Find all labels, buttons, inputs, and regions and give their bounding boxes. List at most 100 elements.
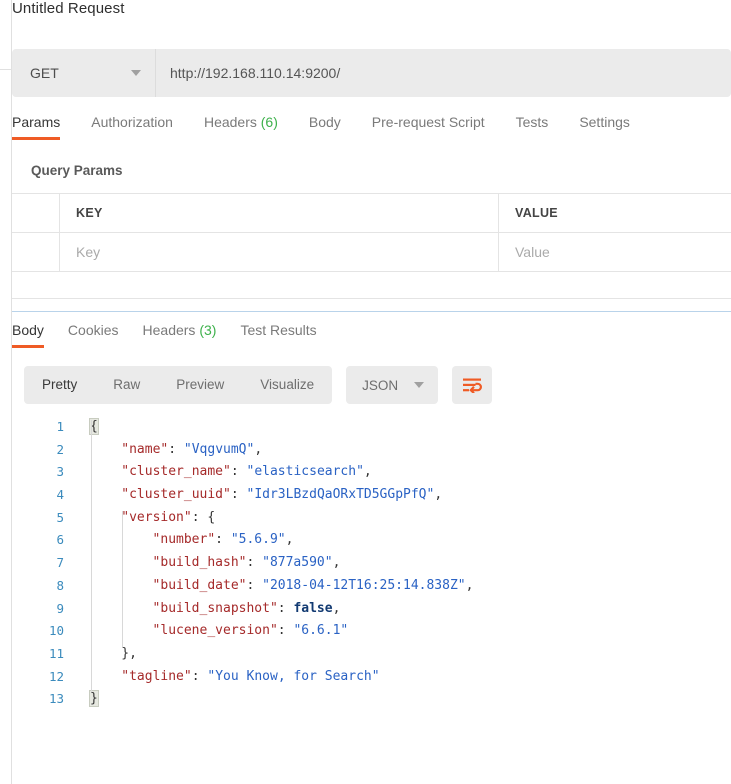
code-text: "name": "VqgvumQ",	[121, 439, 262, 462]
code-line: 13}	[12, 688, 731, 711]
line-number: 4	[56, 487, 64, 503]
param-key-input[interactable]: Key	[60, 233, 499, 271]
tab-label: Tests	[515, 114, 549, 130]
format-select[interactable]: JSON	[346, 366, 439, 404]
code-text: },	[121, 643, 137, 666]
tab-pre-request-script[interactable]: Pre-request Script	[372, 114, 485, 140]
tab-settings[interactable]: Settings	[579, 114, 630, 140]
code-token: :	[246, 577, 263, 593]
tab-label: Body	[12, 322, 44, 338]
code-token: "Idr3LBzdQaORxTD5GGpPfQ"	[246, 487, 435, 503]
code-line: 3 "cluster_name": "elasticsearch",	[12, 461, 731, 484]
row-checkbox-cell[interactable]	[12, 233, 60, 271]
tab-count: (3)	[195, 322, 217, 338]
view-mode-visualize[interactable]: Visualize	[242, 366, 332, 404]
code-token: ,	[434, 487, 443, 503]
code-token: },	[121, 645, 137, 661]
code-token: :	[230, 487, 247, 503]
view-mode-raw[interactable]: Raw	[95, 366, 158, 404]
view-mode-preview[interactable]: Preview	[158, 366, 242, 404]
code-line: 8 "build_date": "2018-04-12T16:25:14.838Z…	[12, 575, 731, 598]
response-body-viewer[interactable]: 1{2 "name": "VqgvumQ", 3 "cluster_name": "e…	[12, 416, 731, 784]
code-token: false	[293, 600, 333, 616]
table-row[interactable]: Key Value	[12, 233, 731, 272]
code-token: :	[277, 623, 294, 639]
line-number: 3	[56, 464, 64, 480]
code-token: "build_hash"	[152, 555, 247, 571]
request-response-divider[interactable]	[12, 311, 731, 312]
table-header-row: KEY VALUE	[12, 194, 731, 233]
param-value-input[interactable]: Value	[499, 233, 731, 271]
line-number: 2	[56, 441, 64, 457]
tab-headers[interactable]: Headers (6)	[204, 114, 278, 140]
url-input[interactable]: http://192.168.110.14:9200/	[156, 49, 731, 97]
code-token: :	[277, 600, 294, 616]
code-token: ,	[285, 532, 294, 548]
method-label: GET	[30, 65, 59, 81]
tab-authorization[interactable]: Authorization	[91, 114, 173, 140]
code-token: }	[89, 690, 99, 708]
code-text: "cluster_uuid": "Idr3LBzdQaORxTD5GGpPfQ"…	[121, 484, 442, 507]
tab-label: Body	[308, 114, 341, 130]
tab-label: Test Results	[240, 322, 317, 338]
code-token: "6.6.1"	[293, 623, 349, 639]
column-header-value: VALUE	[515, 206, 558, 220]
code-token: "name"	[121, 441, 169, 457]
line-number: 1	[56, 419, 64, 434]
response-toolbar: Pretty Raw Preview Visualize JSON	[24, 366, 493, 404]
tab-label: Authorization	[91, 114, 173, 130]
code-token: "5.6.9"	[230, 532, 286, 548]
line-number: 5	[56, 509, 64, 525]
response-tab-cookies[interactable]: Cookies	[68, 322, 119, 348]
code-token: ,	[363, 464, 372, 480]
code-text: "build_date": "2018-04-12T16:25:14.838Z"…	[153, 575, 474, 598]
code-token: :	[215, 532, 231, 548]
code-token: "tagline"	[121, 668, 192, 684]
left-panel-edge-tick	[0, 69, 11, 70]
tab-label: Settings	[579, 114, 630, 130]
code-token: "877a590"	[262, 555, 333, 571]
response-tab-body[interactable]: Body	[12, 322, 44, 348]
tab-params[interactable]: Params	[12, 114, 61, 140]
code-line: 9 "build_snapshot": false,	[12, 598, 731, 621]
request-tab-bar: Params Authorization Headers (6) Body Pre-re…	[12, 114, 731, 149]
response-tab-test-results[interactable]: Test Results	[240, 322, 316, 348]
code-line: 12 "tagline": "You Know, for Search"	[12, 666, 731, 689]
code-token: "elasticsearch"	[246, 464, 364, 480]
code-token: ,	[332, 600, 341, 616]
code-text: "number": "5.6.9",	[153, 529, 294, 552]
code-token: ,	[254, 441, 263, 457]
code-token: "build_snapshot"	[152, 600, 278, 616]
code-line: 4 "cluster_uuid": "Idr3LBzdQaORxTD5GGpPfQ…	[12, 484, 731, 507]
tab-tests[interactable]: Tests	[516, 114, 549, 140]
code-line: 7 "build_hash": "877a590",	[12, 552, 731, 575]
code-token: "2018-04-12T16:25:14.838Z"	[262, 577, 466, 593]
tab-label: Pre-request Script	[371, 114, 485, 130]
request-title: Untitled Request	[12, 0, 125, 17]
chevron-down-icon	[414, 382, 425, 388]
line-number: 11	[48, 645, 64, 661]
tab-body[interactable]: Body	[309, 114, 341, 140]
response-tab-headers[interactable]: Headers (3)	[143, 322, 217, 348]
line-number: 10	[48, 623, 64, 639]
query-params-filler	[12, 269, 731, 299]
code-line: 6 "number": "5.6.9",	[12, 529, 731, 552]
word-wrap-button[interactable]	[452, 366, 493, 404]
code-text: "cluster_name": "elasticsearch",	[121, 461, 371, 484]
code-line: 11},	[12, 643, 731, 666]
code-token: "lucene_version"	[152, 623, 278, 639]
code-token: : {	[191, 509, 216, 525]
view-mode-pretty[interactable]: Pretty	[24, 366, 95, 404]
code-text: "tagline": "You Know, for Search"	[121, 666, 379, 689]
line-number: 8	[56, 577, 64, 593]
method-select[interactable]: GET	[12, 49, 156, 97]
code-text: "lucene_version": "6.6.1"	[153, 620, 349, 643]
column-header-key: KEY	[60, 194, 499, 232]
format-label: JSON	[362, 377, 399, 393]
line-number: 6	[56, 532, 64, 548]
chevron-down-icon	[131, 70, 141, 76]
view-mode-group: Pretty Raw Preview Visualize	[24, 366, 333, 404]
code-token: :	[246, 555, 263, 571]
code-line: 2 "name": "VqgvumQ",	[12, 439, 731, 462]
tab-label: Cookies	[67, 322, 119, 338]
